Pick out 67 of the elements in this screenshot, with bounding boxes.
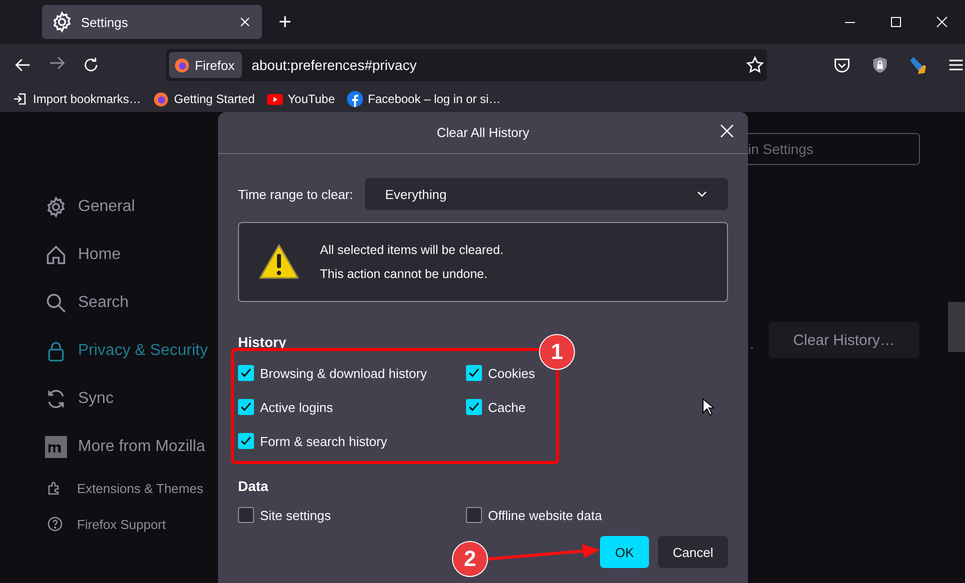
clear-history-button[interactable]: Clear History… (769, 322, 919, 358)
firefox-logo-icon (174, 57, 190, 73)
url-text: about:preferences#privacy (252, 57, 418, 73)
address-bar[interactable]: Firefox about:preferences#privacy (166, 49, 767, 81)
checkbox[interactable] (466, 365, 482, 381)
checkbox-label[interactable]: Form & search history (260, 434, 388, 448)
back-icon (14, 56, 32, 74)
section-heading: History (238, 334, 288, 350)
close-icon[interactable] (240, 17, 250, 27)
time-range-dropdown[interactable]: Everything (365, 178, 728, 210)
sidebar-item[interactable]: Home (45, 244, 208, 266)
close-button[interactable] (720, 124, 734, 138)
home-icon (45, 244, 67, 266)
new-tab-button[interactable]: + (274, 9, 296, 35)
dialog-title: Clear All History (436, 125, 530, 140)
import-icon (12, 91, 28, 107)
search-icon (45, 292, 67, 314)
ok-button[interactable]: OK (600, 536, 649, 568)
checkbox-label[interactable]: Site settings (260, 508, 331, 522)
star-icon (746, 56, 764, 74)
gear-icon (51, 11, 73, 33)
search-field[interactable]: in Settings (748, 133, 920, 165)
sidebar-link[interactable]: Firefox Support (47, 516, 208, 532)
bookmark-item[interactable]: Import bookmarks… (12, 91, 142, 107)
checkbox[interactable] (466, 507, 482, 523)
sidebar-item[interactable]: Search (45, 292, 208, 314)
firefox-logo-icon (153, 91, 170, 107)
identity-box[interactable]: Firefox (168, 52, 242, 78)
browser-tab[interactable]: Settings (42, 5, 262, 39)
cancel-button[interactable]: Cancel (658, 536, 728, 568)
warning-icon (258, 243, 300, 281)
mozilla-logo-icon (45, 436, 67, 458)
bookmark-item[interactable]: Facebook – log in or si… (346, 91, 501, 107)
checkbox[interactable] (238, 399, 254, 415)
checkbox[interactable] (238, 507, 254, 523)
checkbox[interactable] (238, 365, 254, 381)
checkbox-label[interactable]: Offline website data (488, 508, 602, 522)
video-play-icon (266, 91, 283, 107)
bookmark-item[interactable]: YouTube (266, 91, 335, 107)
warning-text: All selected items will be cleared. (320, 243, 504, 257)
sidebar-item[interactable]: More from Mozilla (45, 436, 208, 458)
checkbox[interactable] (238, 433, 254, 449)
bookmark-item[interactable]: Getting Started (153, 91, 255, 107)
gear-icon (45, 196, 67, 218)
pocket-icon (832, 56, 851, 74)
sidebar-item[interactable]: Sync (45, 388, 208, 410)
checkbox-label[interactable]: Cache (488, 400, 526, 414)
checkbox-label[interactable]: Cookies (488, 366, 535, 380)
time-range-label: Time range to clear: (238, 186, 354, 202)
shield-lock-icon[interactable] (870, 56, 889, 74)
sidebar-item[interactable]: Privacy & Security (45, 340, 208, 362)
mouse-cursor-icon (702, 398, 714, 416)
identity-label: Firefox (194, 58, 235, 72)
warning-text: This action cannot be undone. (320, 267, 488, 281)
checkbox[interactable] (466, 399, 482, 415)
reload-icon (82, 56, 100, 74)
checkbox-label[interactable]: Active logins (260, 400, 333, 414)
text-fragment: . (750, 336, 754, 352)
sidebar-item[interactable]: General (45, 196, 208, 218)
help-icon (47, 516, 63, 532)
sync-icon (45, 388, 67, 410)
section-heading: Data (238, 478, 270, 494)
extension-arrow-icon[interactable] (908, 56, 927, 74)
lock-icon (45, 340, 67, 362)
checkbox-label[interactable]: Browsing & download history (260, 366, 427, 380)
f-logo-icon (346, 91, 363, 107)
sidebar-link[interactable]: Extensions & Themes (47, 480, 208, 496)
